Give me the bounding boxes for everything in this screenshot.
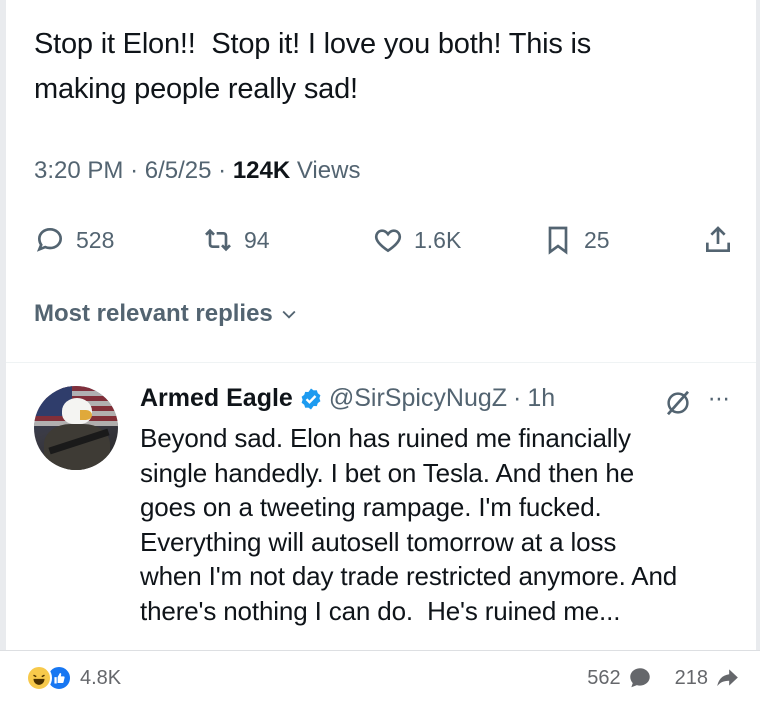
views-count: 124K bbox=[232, 157, 291, 184]
share-icon bbox=[706, 226, 730, 252]
reply-text-line: goes on a tweeting rampage. I'm fucked. bbox=[140, 492, 602, 522]
reaction-count: 4.8K bbox=[80, 666, 122, 689]
like-button[interactable]: 1.6K bbox=[372, 218, 461, 262]
tweet-screenshot: Stop it Elon!! Stop it! I love you both!… bbox=[6, 0, 756, 650]
avatar[interactable] bbox=[34, 386, 118, 470]
avatar-eagle-beak bbox=[80, 410, 92, 420]
shares-count-button[interactable]: 218 bbox=[675, 665, 740, 691]
reply-author-name[interactable]: Armed Eagle bbox=[140, 384, 293, 413]
tweet-text-line: making people really sad! bbox=[34, 73, 358, 105]
more-options-icon[interactable]: ⋯ bbox=[708, 386, 744, 411]
reply-text-line: single handedly. I bet on Tesla. And the… bbox=[140, 457, 635, 488]
comment-count: 562 bbox=[587, 666, 621, 689]
share-count: 218 bbox=[674, 666, 708, 689]
chevron-down-icon bbox=[282, 310, 296, 319]
tweet-meta: 3:20 PM · 6/5/25 · 124K Views bbox=[34, 157, 360, 185]
haha-reaction-icon bbox=[26, 665, 52, 691]
tweet-text-line: Stop it Elon!! Stop it! I love you both!… bbox=[34, 28, 592, 60]
comments-count-button[interactable]: 562 bbox=[587, 665, 652, 691]
share-arrow-icon bbox=[717, 669, 738, 687]
meta-separator: · bbox=[513, 384, 522, 412]
tweet-date[interactable]: 6/5/25 bbox=[145, 157, 212, 184]
reactions-summary[interactable]: 4.8K bbox=[26, 665, 121, 691]
share-button[interactable] bbox=[702, 218, 734, 262]
tweet-time[interactable]: 3:20 PM bbox=[34, 157, 123, 184]
views-label: Views bbox=[296, 157, 361, 184]
bookmark-count: 25 bbox=[584, 226, 610, 253]
reply-time[interactable]: 1h bbox=[527, 384, 555, 413]
grok-icon[interactable] bbox=[663, 388, 693, 418]
reply-count: 528 bbox=[76, 226, 115, 253]
reply-text-line: Everything will autosell tomorrow at a l… bbox=[140, 526, 617, 557]
reply-text-line: Beyond sad. Elon has ruined me financial… bbox=[140, 423, 631, 453]
reply-text: Beyond sad. Elon has ruined me financial… bbox=[140, 421, 750, 628]
meta-separator: · bbox=[218, 157, 233, 184]
meta-separator: · bbox=[130, 157, 145, 184]
reply-icon bbox=[36, 227, 63, 252]
page: Stop it Elon!! Stop it! I love you both!… bbox=[0, 0, 760, 703]
retweet-icon bbox=[205, 228, 231, 252]
replies-sort-label: Most relevant replies bbox=[34, 300, 273, 327]
bookmark-button[interactable]: 25 bbox=[542, 218, 610, 262]
replies-sort-dropdown[interactable]: Most relevant replies bbox=[34, 300, 299, 328]
reply-author-handle[interactable]: @SirSpicyNugZ bbox=[329, 384, 507, 413]
like-count: 1.6K bbox=[414, 226, 462, 253]
retweet-button[interactable]: 94 bbox=[202, 218, 270, 262]
bookmark-icon bbox=[548, 226, 568, 255]
reply-button[interactable]: 528 bbox=[34, 218, 114, 262]
facebook-stats: 562 218 bbox=[587, 665, 740, 691]
tweet-text: Stop it Elon!! Stop it! I love you both!… bbox=[34, 22, 724, 112]
reply-text-line: when I'm not day trade restricted anymor… bbox=[140, 561, 678, 591]
like-icon bbox=[374, 229, 402, 253]
reply-header: Armed Eagle @SirSpicyNugZ · 1h bbox=[140, 384, 555, 413]
reply-text-line: there's nothing I can do. He's ruined me… bbox=[140, 595, 621, 626]
retweet-count: 94 bbox=[244, 226, 270, 253]
comment-bubble-icon bbox=[629, 668, 650, 688]
verified-badge-icon bbox=[301, 388, 321, 409]
tweet-actions: 528 94 1.6K 25 bbox=[34, 218, 739, 262]
divider bbox=[6, 362, 756, 363]
facebook-engagement-bar: 4.8K 562 218 bbox=[0, 650, 760, 703]
